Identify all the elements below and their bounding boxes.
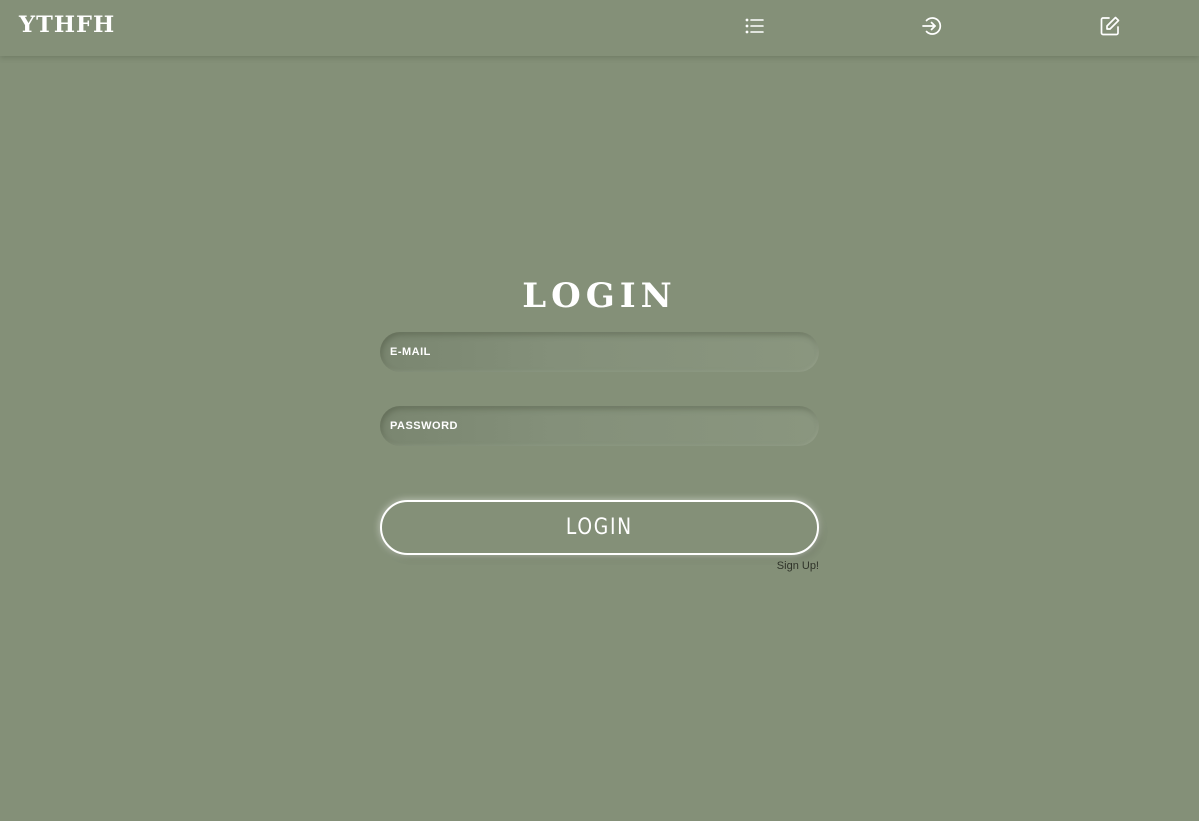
login-button[interactable]: LOGIN bbox=[380, 500, 819, 555]
email-field[interactable] bbox=[380, 332, 819, 372]
top-navbar: YTHFH bbox=[0, 0, 1199, 56]
login-icon[interactable] bbox=[920, 14, 944, 38]
password-field-wrapper bbox=[380, 406, 819, 446]
logo-text: YTHFH bbox=[19, 12, 116, 38]
password-field[interactable] bbox=[380, 406, 819, 446]
login-button-label: LOGIN bbox=[566, 515, 633, 540]
page-title: LOGIN bbox=[522, 276, 677, 316]
email-field-wrapper bbox=[380, 332, 819, 372]
signup-link[interactable]: Sign Up! bbox=[700, 558, 819, 574]
logo[interactable]: YTHFH bbox=[19, 11, 116, 39]
list-icon[interactable] bbox=[743, 14, 767, 38]
edit-icon[interactable] bbox=[1098, 14, 1122, 38]
